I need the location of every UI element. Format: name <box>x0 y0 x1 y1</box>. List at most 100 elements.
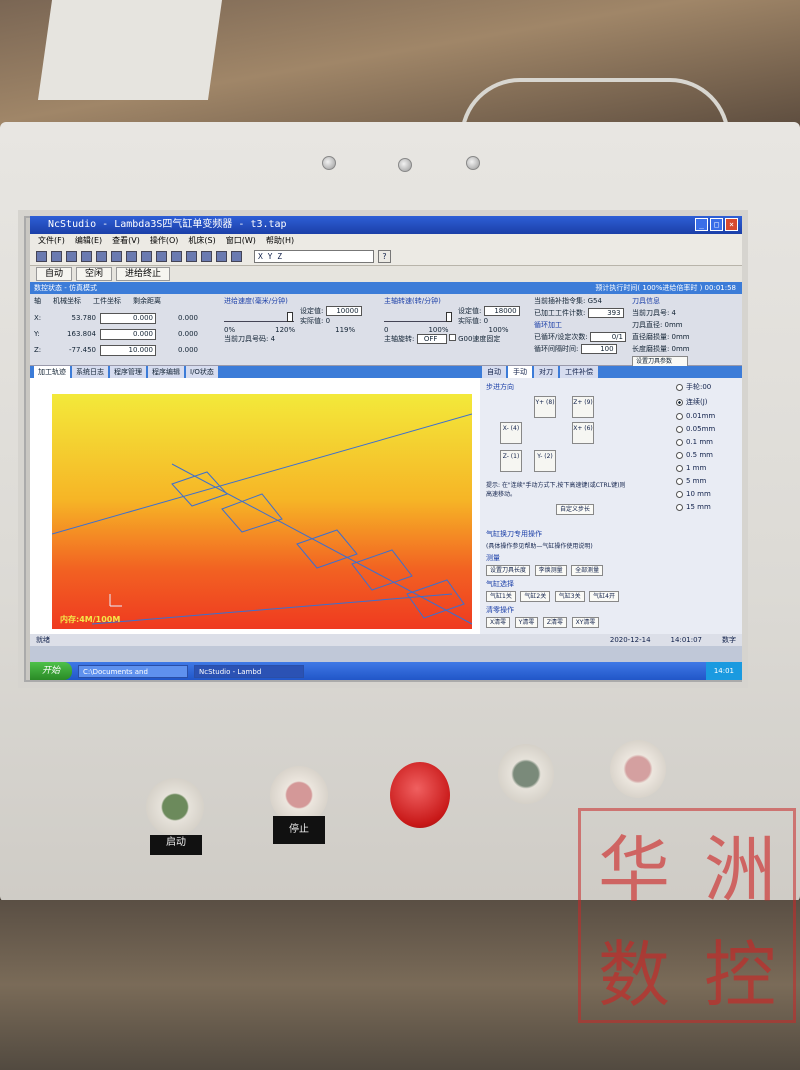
loop-title: 循环加工 <box>534 321 562 329</box>
step-radio[interactable] <box>676 490 683 498</box>
work-coord-field[interactable]: 10.000 <box>100 344 156 356</box>
taskbar: 开始 C:\Documents and NcStudio - Lambd 14:… <box>30 662 742 680</box>
coordinate-field[interactable]: X Y Z <box>254 250 374 263</box>
tool-icon[interactable] <box>111 251 122 262</box>
step-label: 连续(J) <box>686 398 708 406</box>
spindle-set-field[interactable]: 18000 <box>483 306 520 316</box>
step-icon[interactable] <box>186 251 197 262</box>
aux-button-1[interactable] <box>498 744 554 804</box>
clear-xy-button[interactable]: XY清零 <box>571 617 600 628</box>
start-button[interactable]: 开始 <box>30 662 73 680</box>
menu-operate[interactable]: 操作(O) <box>150 234 179 248</box>
step-radio[interactable] <box>676 398 683 406</box>
remain-distance: 0.000 <box>177 346 198 354</box>
jog-x-minus-button[interactable]: X- (4) <box>500 422 522 444</box>
jog-icon[interactable] <box>126 251 137 262</box>
feed-override-slider[interactable] <box>224 312 294 322</box>
skip-icon[interactable] <box>156 251 167 262</box>
custom-step-button[interactable]: 自定义步长 <box>556 504 595 515</box>
menu-edit[interactable]: 编辑(E) <box>75 234 102 248</box>
jog-x-plus-button[interactable]: X+ (6) <box>572 422 594 444</box>
cylinder-1-button[interactable]: 气缸1关 <box>486 591 516 602</box>
toolpath-view[interactable]: 内存:4M/100M <box>52 394 472 629</box>
tab-programs[interactable]: 程序管理 <box>110 366 146 378</box>
help-button[interactable]: ? <box>378 250 391 263</box>
step-label: 0.1 mm <box>686 438 713 446</box>
feed-hold-button[interactable]: 进给终止 <box>116 267 171 281</box>
close-button[interactable]: × <box>725 218 738 231</box>
cylinder-2-button[interactable]: 气缸2关 <box>520 591 551 602</box>
coord-row-x: X: 53.780 0.000 0.000 <box>34 310 216 326</box>
step-radio[interactable] <box>676 412 683 420</box>
clear-x-button[interactable]: X清零 <box>486 617 511 628</box>
tab-workpiece-offset[interactable]: 工件补偿 <box>560 366 598 378</box>
tab-track[interactable]: 加工轨迹 <box>34 366 70 378</box>
menu-file[interactable]: 文件(F) <box>38 234 65 248</box>
coord-row-y: Y: 163.804 0.000 0.000 <box>34 326 216 342</box>
screen-icon[interactable] <box>81 251 92 262</box>
jog-z-minus-button[interactable]: Z- (1) <box>500 450 522 472</box>
tab-auto[interactable]: 自动 <box>482 366 506 378</box>
start-hardware-button[interactable] <box>146 778 204 836</box>
menu-window[interactable]: 窗口(W) <box>226 234 256 248</box>
g00-checkbox[interactable] <box>448 334 456 341</box>
spindle-actual-value: 0 <box>483 317 489 325</box>
tab-io[interactable]: I/O状态 <box>186 366 218 378</box>
step-radio[interactable] <box>676 383 683 391</box>
work-coord-field[interactable]: 0.000 <box>100 328 156 340</box>
pause-icon[interactable] <box>201 251 212 262</box>
spindle-slider-knob[interactable] <box>446 312 452 322</box>
tab-editor[interactable]: 程序编辑 <box>148 366 184 378</box>
spindle-rotate-label: 主轴旋转: <box>384 335 415 343</box>
feed-slider-knob[interactable] <box>287 312 294 322</box>
cylinder-title: 气缸换刀专用操作 <box>486 530 542 538</box>
menu-view[interactable]: 查看(V) <box>112 234 140 248</box>
emergency-stop-button[interactable] <box>390 762 450 828</box>
home-icon[interactable] <box>141 251 152 262</box>
mode-auto[interactable]: 自动 <box>36 267 73 281</box>
step-radio[interactable] <box>676 425 683 433</box>
set-tool-length-button[interactable]: 设置刀具长度 <box>486 565 531 576</box>
feed-set-field[interactable]: 10000 <box>325 306 362 316</box>
step-radio[interactable] <box>676 503 683 511</box>
loop-field[interactable]: 0/1 <box>589 332 626 342</box>
task-documents[interactable]: C:\Documents and <box>78 664 189 678</box>
aux-button-2[interactable] <box>610 740 666 798</box>
step-radio[interactable] <box>676 464 683 472</box>
select-icon[interactable] <box>51 251 62 262</box>
maximize-button[interactable]: □ <box>710 218 723 231</box>
minimize-button[interactable]: _ <box>695 218 708 231</box>
mode-idle[interactable]: 空闲 <box>76 267 113 281</box>
window-title: NcStudio - Lambda3S四气缸单变频器 - t3.tap <box>48 219 287 230</box>
stop-icon[interactable] <box>216 251 227 262</box>
step-radio[interactable] <box>676 477 683 485</box>
menu-help[interactable]: 帮助(H) <box>266 234 294 248</box>
window-icon[interactable] <box>66 251 77 262</box>
open-file-icon[interactable] <box>36 251 47 262</box>
menu-machine[interactable]: 机床(S) <box>188 234 215 248</box>
measure-button[interactable]: 李焕测量 <box>534 565 567 576</box>
spindle-rotate-button[interactable]: OFF <box>416 334 447 344</box>
interval-field[interactable]: 100 <box>580 344 617 354</box>
tab-log[interactable]: 系统日志 <box>72 366 108 378</box>
work-coord-field[interactable]: 0.000 <box>100 312 156 324</box>
spindle-override-slider[interactable] <box>384 312 452 322</box>
task-ncstudio[interactable]: NcStudio - Lambd <box>194 664 305 678</box>
clear-y-button[interactable]: Y清零 <box>514 617 539 628</box>
reset-icon[interactable] <box>231 251 242 262</box>
tab-manual[interactable]: 手动 <box>508 366 532 378</box>
jog-z-plus-button[interactable]: Z+ (9) <box>572 396 594 418</box>
step-radio[interactable] <box>676 438 683 446</box>
clear-z-button[interactable]: Z清零 <box>542 617 568 628</box>
count-field[interactable]: 393 <box>587 308 624 318</box>
play-icon[interactable] <box>171 251 182 262</box>
tab-tool-setting[interactable]: 对刀 <box>534 366 558 378</box>
cylinder-3-button[interactable]: 气缸3关 <box>554 591 585 602</box>
measure-all-button[interactable]: 全部测量 <box>571 565 604 576</box>
step-radio[interactable] <box>676 451 683 459</box>
cylinder-4-button[interactable]: 气缸4开 <box>589 591 619 602</box>
jog-y-minus-button[interactable]: Y- (2) <box>534 450 556 472</box>
jog-y-plus-button[interactable]: Y+ (8) <box>534 396 556 418</box>
spindle-min: 0 <box>384 326 389 334</box>
machine-icon[interactable] <box>96 251 107 262</box>
